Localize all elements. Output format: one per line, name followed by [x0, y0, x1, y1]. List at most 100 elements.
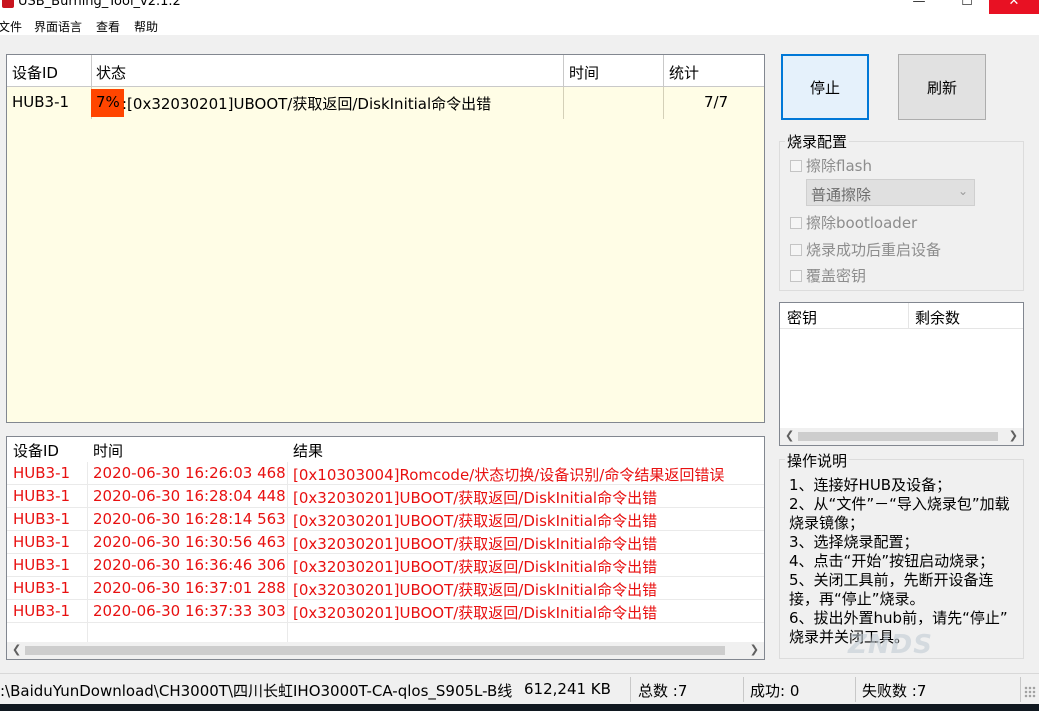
log-time: 2020-06-30 16:30:56 463: [93, 533, 286, 551]
app-icon: [2, 0, 14, 8]
progress-percent: 7%: [96, 93, 120, 111]
log-time: 2020-06-30 16:37:01 288: [93, 579, 286, 597]
log-device-id: HUB3-1: [13, 579, 71, 597]
col-key[interactable]: 密钥: [787, 307, 817, 328]
instruction-line: 3、选择烧录配置；: [789, 533, 919, 551]
window-title: USB_Burning_Tool_v2.1.2: [18, 0, 181, 9]
log-table-scrollbar[interactable]: ❮ ❯: [7, 642, 764, 659]
key-table[interactable]: 密钥 剩余数 ❮ ❯: [779, 302, 1024, 446]
log-result: [0x32030201]UBOOT/获取返回/DiskInitial命令出错: [293, 581, 658, 599]
status-success: 成功: 0: [750, 682, 800, 700]
log-device-id: HUB3-1: [13, 510, 71, 528]
log-result: [0x32030201]UBOOT/获取返回/DiskInitial命令出错: [293, 512, 658, 530]
col-time[interactable]: 时间: [569, 62, 599, 83]
menu-file[interactable]: 文件: [0, 18, 22, 35]
log-device-id: HUB3-1: [13, 602, 71, 620]
chevron-down-icon: ⌄: [957, 184, 968, 198]
usb-burning-tool-window: USB_Burning_Tool_v2.1.2 — ☐ ✕ 文件 界面语言 查看…: [0, 0, 1039, 711]
close-button[interactable]: ✕: [989, 0, 1039, 14]
status-failed: 失败数 :7: [862, 682, 927, 700]
scroll-right-icon[interactable]: ❯: [1009, 429, 1018, 442]
instructions-title: 操作说明: [785, 450, 850, 471]
log-device-id: HUB3-1: [13, 487, 71, 505]
col-log-device-id[interactable]: 设备ID: [13, 440, 59, 461]
log-time: 2020-06-30 16:28:04 448: [93, 487, 286, 505]
reboot-after-checkbox[interactable]: 烧录成功后重启设备: [790, 239, 941, 260]
log-time: 2020-06-30 16:26:03 468: [93, 464, 286, 482]
refresh-button[interactable]: 刷新: [898, 54, 986, 120]
scroll-thumb[interactable]: [798, 432, 998, 441]
menu-bar: 文件 界面语言 查看 帮助: [0, 15, 1039, 35]
erase-bootloader-label: 擦除bootloader: [806, 214, 918, 232]
log-device-id: HUB3-1: [13, 464, 71, 482]
minimize-button[interactable]: —: [899, 0, 939, 14]
scroll-right-icon[interactable]: ❯: [750, 643, 759, 656]
log-result: [0x32030201]UBOOT/获取返回/DiskInitial命令出错: [293, 604, 658, 622]
device-count: 7/7: [704, 93, 729, 111]
instruction-line: 6、拔出外置hub前，请先“停止”: [789, 609, 1008, 627]
device-row[interactable]: HUB3-1 7% :[0x32030201]UBOOT/获取返回/DiskIn…: [7, 87, 764, 119]
log-table[interactable]: 设备ID 时间 结果 HUB3-1 2020-06-30 16:26:03 46…: [6, 436, 765, 660]
instruction-line: 4、点击“开始”按钮启动烧录；: [789, 552, 995, 570]
col-stats[interactable]: 统计: [669, 62, 699, 83]
overwrite-key-label: 覆盖密钥: [806, 267, 867, 285]
menu-language[interactable]: 界面语言: [34, 18, 82, 35]
title-bar[interactable]: USB_Burning_Tool_v2.1.2 — ☐ ✕: [0, 0, 1039, 15]
log-row[interactable]: HUB3-1 2020-06-30 16:37:33 303 [0x320302…: [7, 600, 764, 623]
log-row[interactable]: HUB3-1 2020-06-30 16:37:01 288 [0x320302…: [7, 577, 764, 600]
erase-flash-checkbox[interactable]: 擦除flash: [790, 155, 872, 176]
instruction-line: 5、关闭工具前，先断开设备连: [789, 571, 994, 589]
instruction-line: 2、从“文件”－“导入烧录包”加载: [789, 495, 1010, 513]
reboot-after-label: 烧录成功后重启设备: [806, 241, 942, 259]
log-time: 2020-06-30 16:36:46 306: [93, 556, 286, 574]
log-table-header: 设备ID 时间 结果: [7, 437, 764, 462]
erase-flash-label: 擦除flash: [806, 157, 872, 175]
device-table[interactable]: 设备ID 状态 时间 统计 HUB3-1 7% :[0x32030201]UBO…: [6, 54, 765, 423]
log-result: [0x32030201]UBOOT/获取返回/DiskInitial命令出错: [293, 558, 658, 576]
erase-bootloader-checkbox[interactable]: 擦除bootloader: [790, 212, 917, 233]
log-row[interactable]: HUB3-1 2020-06-30 16:28:04 448 [0x320302…: [7, 485, 764, 508]
log-row[interactable]: HUB3-1 2020-06-30 16:28:14 563 [0x320302…: [7, 508, 764, 531]
log-time: 2020-06-30 16:28:14 563: [93, 510, 286, 528]
menu-view[interactable]: 查看: [96, 18, 120, 35]
status-file-path: :\BaiduYunDownload\CH3000T\四川长虹IHO3000T-…: [0, 682, 513, 700]
log-time: 2020-06-30 16:37:33 303: [93, 602, 286, 620]
device-id: HUB3-1: [12, 93, 70, 111]
device-status: :[0x32030201]UBOOT/获取返回/DiskInitial命令出错: [122, 95, 492, 113]
col-status[interactable]: 状态: [96, 62, 126, 83]
col-device-id[interactable]: 设备ID: [12, 62, 58, 83]
log-row[interactable]: HUB3-1 2020-06-30 16:36:46 306 [0x320302…: [7, 554, 764, 577]
scroll-left-icon[interactable]: ❮: [785, 429, 794, 442]
log-result: [0x10303004]Romcode/状态切换/设备识别/命令结果返回错误: [293, 466, 725, 484]
overwrite-key-checkbox[interactable]: 覆盖密钥: [790, 265, 866, 286]
status-file-size: 612,241 KB: [524, 680, 611, 698]
maximize-button[interactable]: ☐: [947, 0, 987, 14]
instruction-line: 接，再“停止”烧录。: [789, 590, 925, 608]
status-bar: :\BaiduYunDownload\CH3000T\四川长虹IHO3000T-…: [0, 673, 1039, 704]
taskbar-strip: [0, 704, 1039, 711]
resize-grip-icon[interactable]: [1024, 686, 1036, 698]
key-table-scrollbar[interactable]: ❮ ❯: [780, 428, 1023, 445]
log-result: [0x32030201]UBOOT/获取返回/DiskInitial命令出错: [293, 535, 658, 553]
znds-watermark: ZNDS: [848, 630, 933, 660]
device-table-header: 设备ID 状态 时间 统计: [7, 55, 764, 87]
scroll-left-icon[interactable]: ❮: [12, 643, 21, 656]
log-result: [0x32030201]UBOOT/获取返回/DiskInitial命令出错: [293, 489, 658, 507]
log-row[interactable]: HUB3-1 2020-06-30 16:30:56 463 [0x320302…: [7, 531, 764, 554]
log-device-id: HUB3-1: [13, 533, 71, 551]
instruction-line: 烧录镜像；: [789, 514, 865, 532]
erase-mode-value: 普通擦除: [811, 186, 872, 204]
key-table-header: 密钥 剩余数: [780, 303, 1023, 329]
burn-config-title: 烧录配置: [785, 131, 850, 152]
instruction-line: 1、连接好HUB及设备；: [789, 476, 952, 494]
col-log-result[interactable]: 结果: [293, 440, 323, 461]
col-log-time[interactable]: 时间: [93, 440, 123, 461]
stop-button[interactable]: 停止: [781, 54, 869, 120]
status-total: 总数 :7: [638, 682, 688, 700]
col-remaining[interactable]: 剩余数: [915, 307, 960, 328]
erase-mode-select[interactable]: 普通擦除 ⌄: [806, 179, 975, 206]
log-row[interactable]: HUB3-1 2020-06-30 16:26:03 468 [0x103030…: [7, 462, 764, 485]
scroll-thumb[interactable]: [25, 646, 725, 655]
log-device-id: HUB3-1: [13, 556, 71, 574]
menu-help[interactable]: 帮助: [134, 18, 158, 35]
